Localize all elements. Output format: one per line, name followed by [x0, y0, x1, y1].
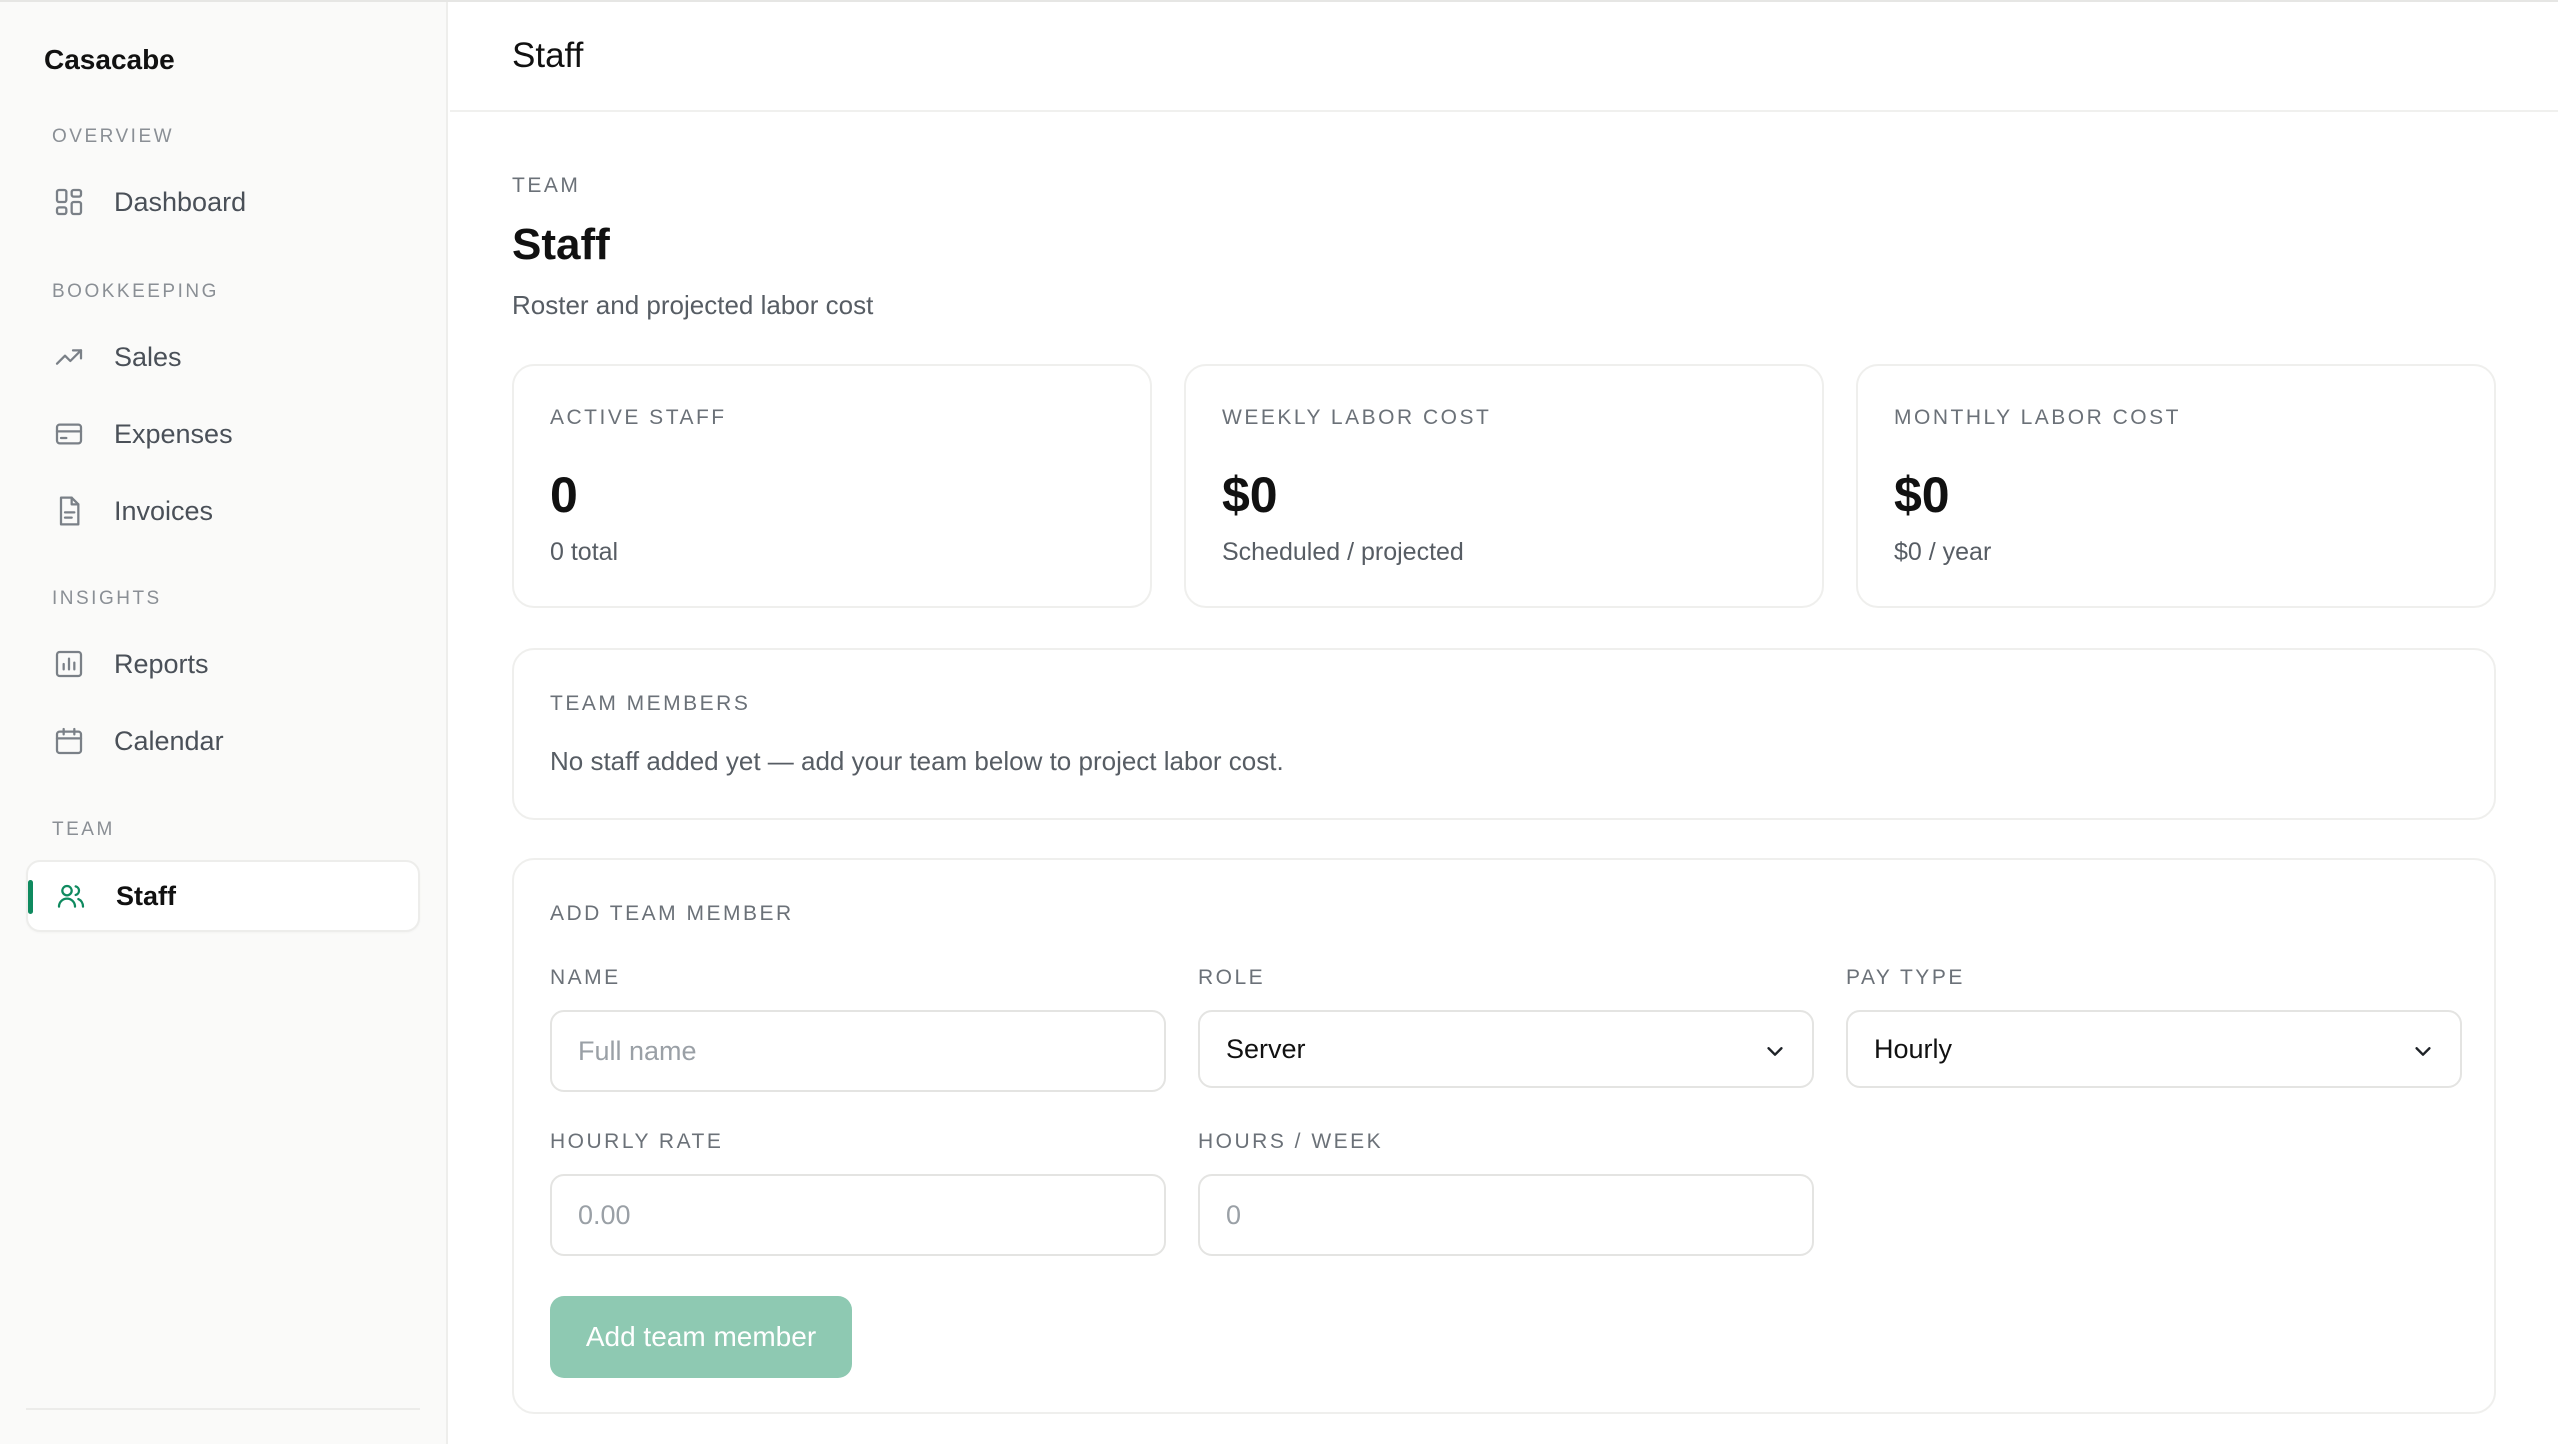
role-select-value: Server	[1226, 1033, 1306, 1064]
grid-icon	[52, 185, 86, 219]
sidebar-item-dashboard[interactable]: Dashboard	[26, 166, 420, 238]
team-members-card: TEAM MEMBERS No staff added yet — add yo…	[512, 648, 2496, 820]
stat-card-monthly-labor-cost: MONTHLY LABOR COST $0 $0 / year	[1856, 364, 2496, 608]
hours-week-field-label: HOURS / WEEK	[1198, 1130, 1384, 1153]
stat-value: $0	[1894, 467, 1950, 523]
section-label-insights: INSIGHTS	[52, 588, 162, 609]
stat-card-weekly-labor-cost: WEEKLY LABOR COST $0 Scheduled / project…	[1184, 364, 1824, 608]
hourly-rate-field-label: HOURLY RATE	[550, 1130, 724, 1153]
section-label-team: TEAM	[52, 819, 115, 840]
add-team-member-card: ADD TEAM MEMBER NAME ROLE Server PAY TYP…	[512, 858, 2496, 1414]
stat-subtext: $0 / year	[1894, 538, 1992, 566]
stat-subtext: Scheduled / projected	[1222, 538, 1464, 566]
chevron-down-icon	[2412, 1038, 2434, 1060]
sidebar-item-label: Invoices	[114, 495, 214, 526]
app-window: Casacabe OVERVIEW Dashboard BOOKKEEPING …	[0, 0, 2558, 1444]
sidebar-item-label: Dashboard	[114, 186, 247, 217]
credit-card-icon	[52, 417, 86, 451]
add-team-member-button[interactable]: Add team member	[550, 1296, 852, 1378]
sidebar-item-invoices[interactable]: Invoices	[26, 475, 420, 547]
stat-subtext: 0 total	[550, 538, 619, 566]
pay-type-field-label: PAY TYPE	[1846, 966, 1965, 989]
bar-chart-icon	[52, 647, 86, 681]
card-heading: TEAM MEMBERS	[550, 692, 751, 715]
sidebar-item-label: Staff	[116, 880, 176, 911]
hours-week-input[interactable]	[1198, 1174, 1814, 1256]
sidebar-item-label: Calendar	[114, 725, 224, 756]
sidebar-item-reports[interactable]: Reports	[26, 628, 420, 700]
stat-label: MONTHLY LABOR COST	[1894, 406, 2181, 429]
sidebar-divider	[26, 1408, 420, 1410]
card-heading: ADD TEAM MEMBER	[550, 902, 794, 925]
sidebar-item-calendar[interactable]: Calendar	[26, 705, 420, 777]
sidebar: Casacabe OVERVIEW Dashboard BOOKKEEPING …	[0, 2, 448, 1444]
stat-label: ACTIVE STAFF	[550, 406, 727, 429]
name-field-label: NAME	[550, 966, 621, 989]
stat-value: 0	[550, 467, 578, 523]
sidebar-item-label: Expenses	[114, 418, 233, 449]
calendar-icon	[52, 724, 86, 758]
empty-state-message: No staff added yet — add your team below…	[550, 746, 1284, 776]
topbar-title: Staff	[512, 36, 584, 75]
stat-card-active-staff: ACTIVE STAFF 0 0 total	[512, 364, 1152, 608]
sidebar-item-sales[interactable]: Sales	[26, 321, 420, 393]
hourly-rate-input[interactable]	[550, 1174, 1166, 1256]
page-title: Staff	[512, 220, 610, 269]
stat-value: $0	[1222, 467, 1278, 523]
pay-type-select[interactable]: Hourly	[1846, 1010, 2462, 1088]
page-eyebrow: TEAM	[512, 174, 581, 197]
chevron-down-icon	[1764, 1038, 1786, 1060]
sidebar-item-label: Reports	[114, 648, 209, 679]
section-label-overview: OVERVIEW	[52, 126, 175, 147]
role-field-label: ROLE	[1198, 966, 1266, 989]
top-bar: Staff	[450, 2, 2558, 112]
sidebar-item-staff[interactable]: Staff	[26, 860, 420, 932]
stat-label: WEEKLY LABOR COST	[1222, 406, 1492, 429]
sidebar-item-expenses[interactable]: Expenses	[26, 398, 420, 470]
name-input[interactable]	[550, 1010, 1166, 1092]
document-icon	[52, 494, 86, 528]
brand-name: Casacabe	[44, 44, 175, 75]
page-subtitle: Roster and projected labor cost	[512, 290, 874, 320]
users-icon	[54, 879, 88, 913]
section-label-bookkeeping: BOOKKEEPING	[52, 281, 219, 302]
pay-type-select-value: Hourly	[1874, 1033, 1953, 1064]
trend-up-icon	[52, 340, 86, 374]
role-select[interactable]: Server	[1198, 1010, 1814, 1088]
active-indicator	[28, 880, 33, 914]
sidebar-item-label: Sales	[114, 341, 182, 372]
